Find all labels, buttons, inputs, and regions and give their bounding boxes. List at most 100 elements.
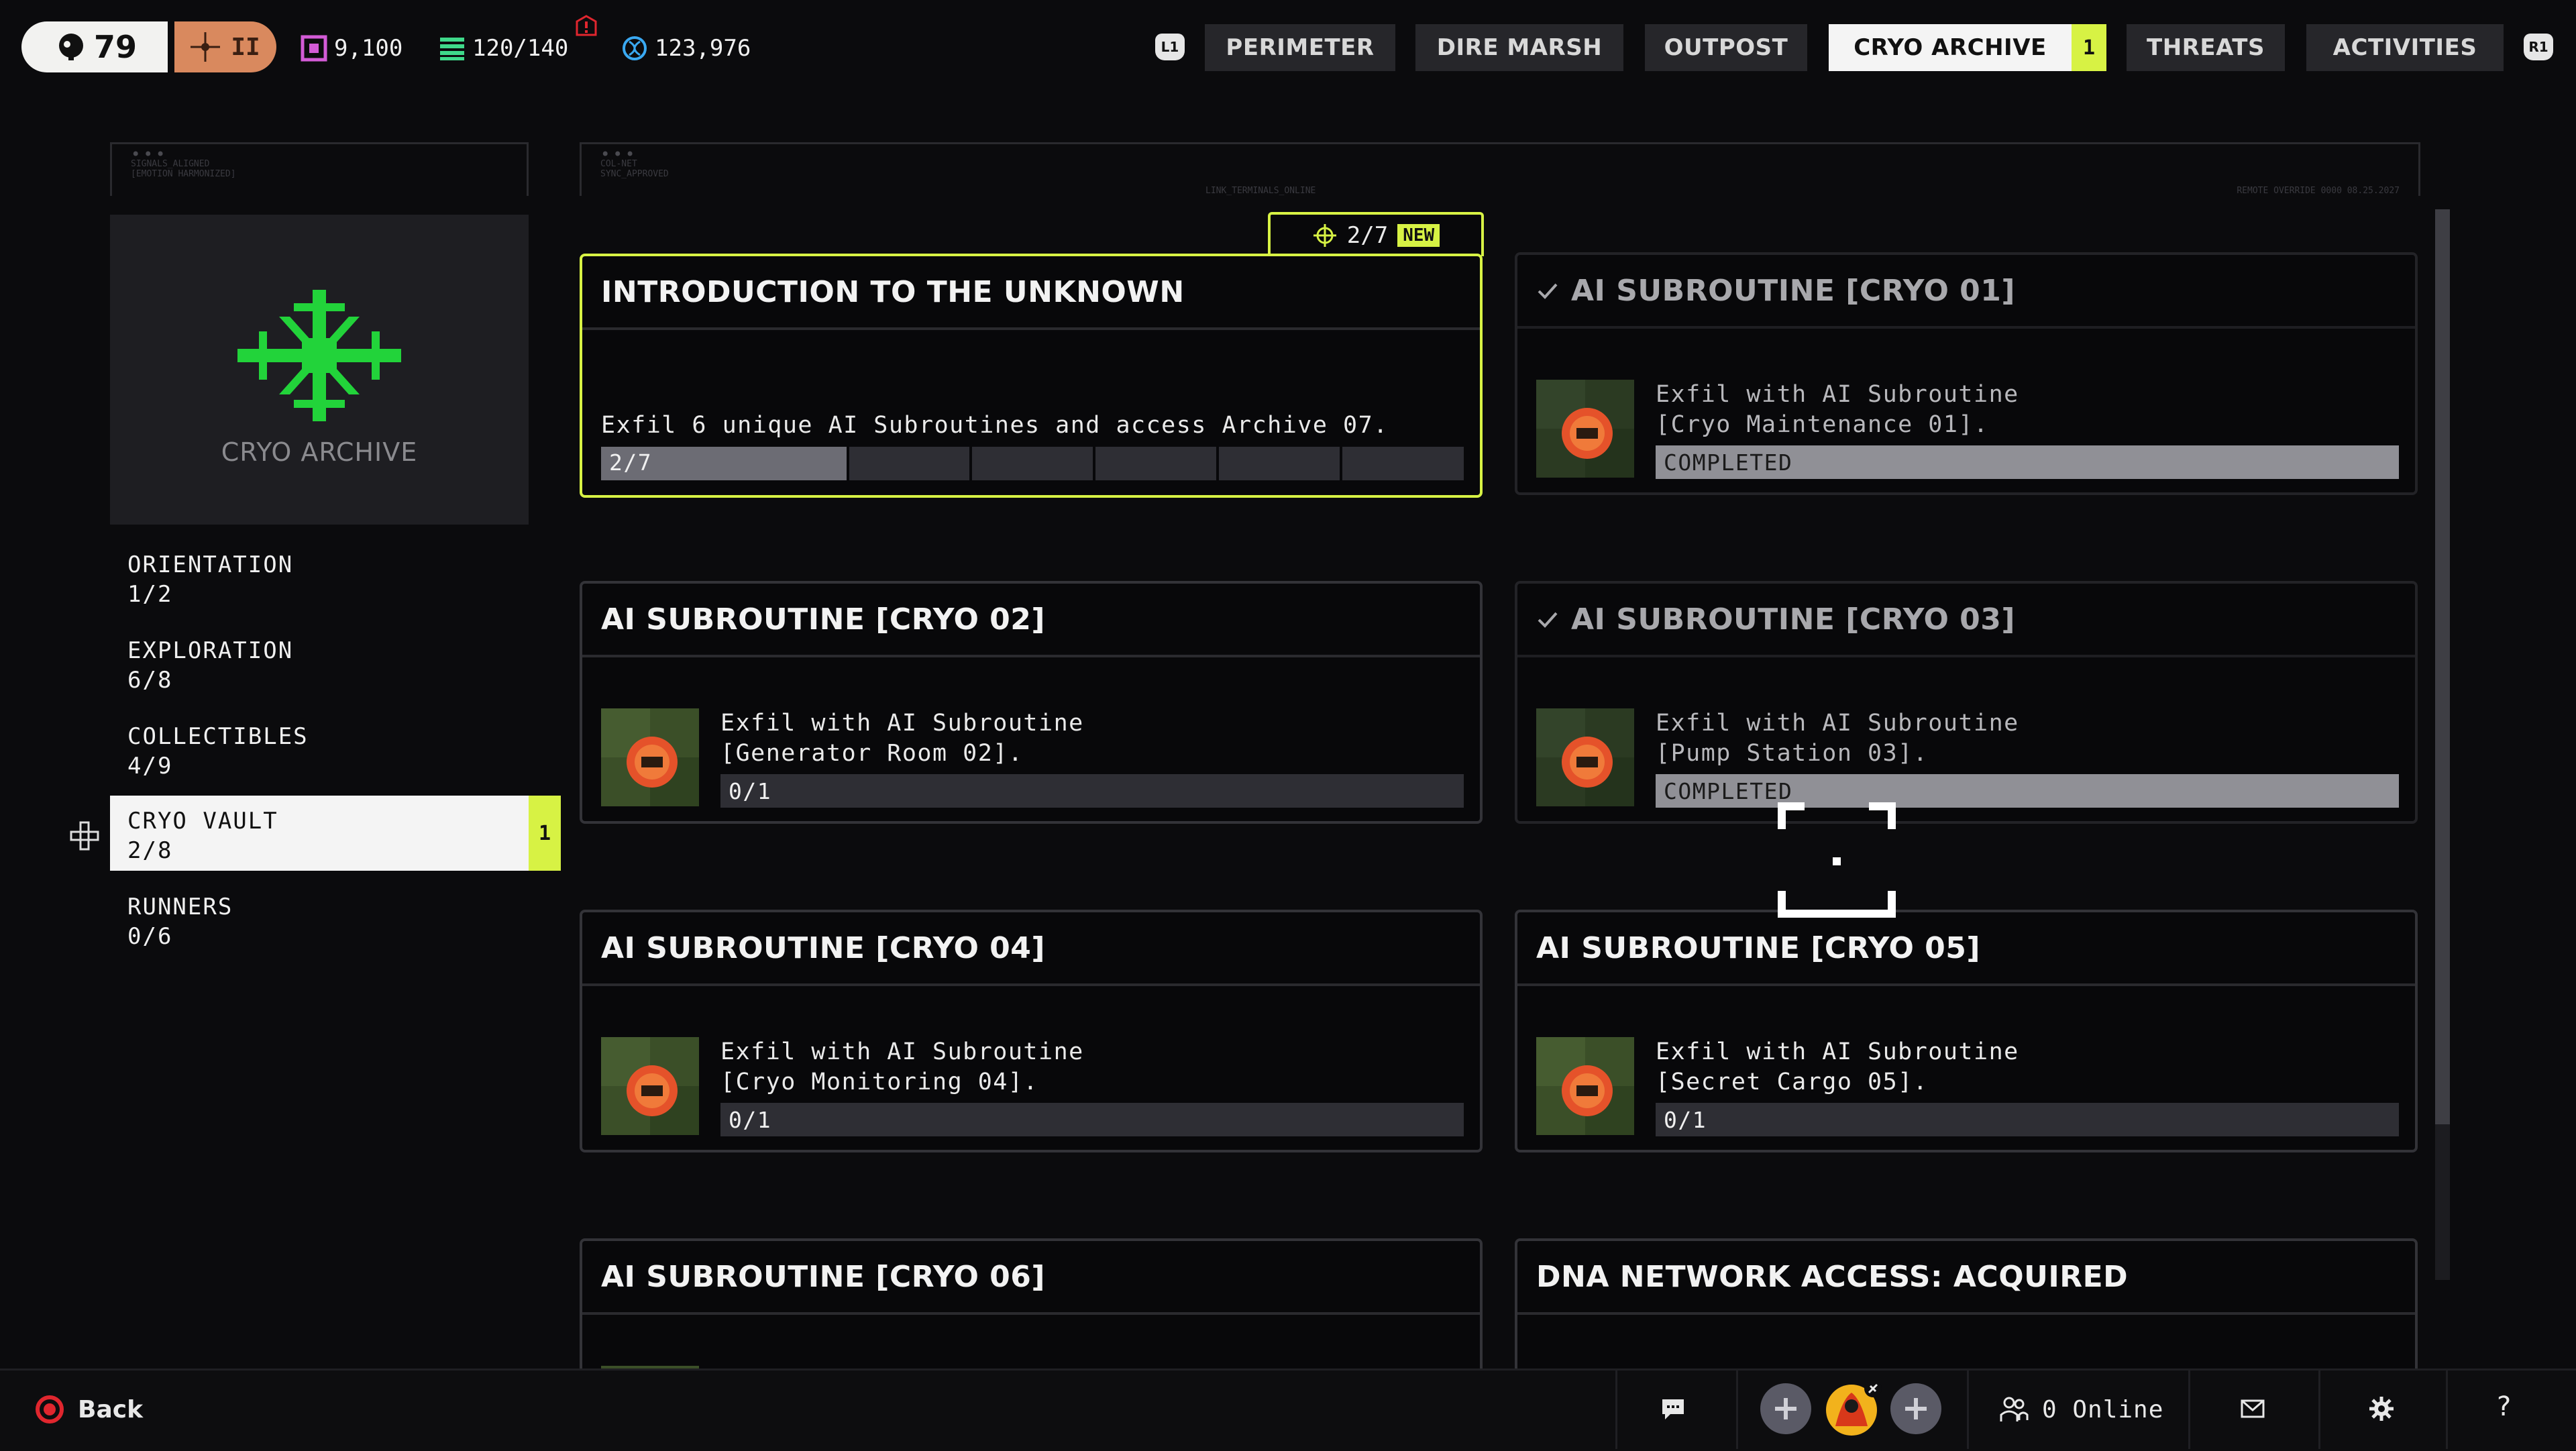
card-description-line1: Exfil with AI Subroutine [720, 1038, 1084, 1065]
objective-card-cryo-01[interactable]: AI SUBROUTINE [CRYO 01] Exfil with AI Su… [1515, 252, 2418, 495]
objective-card-cryo-03[interactable]: AI SUBROUTINE [CRYO 03] Exfil with AI Su… [1515, 581, 2418, 824]
checkmark-icon [1538, 283, 1558, 299]
card-description-line2: [Cryo Monitoring 04]. [720, 1069, 1039, 1095]
status-bar: COMPLETED [1656, 445, 2399, 479]
status-bar: 0/1 [1656, 1103, 2399, 1136]
tab-cryo-archive[interactable]: CRYO ARCHIVE [1829, 24, 2072, 71]
card-description-line1: Exfil with AI Subroutine [720, 710, 1084, 737]
ai-subroutine-thumbnail-icon [601, 708, 699, 806]
objective-card-cryo-05[interactable]: AI SUBROUTINE [CRYO 05] Exfil with AI Su… [1515, 910, 2418, 1152]
head-silhouette-icon [59, 34, 83, 60]
player-avatar[interactable] [1822, 1379, 1884, 1438]
card-description-line1: Exfil with AI Subroutine [1656, 1038, 2019, 1065]
new-badge: NEW [1397, 224, 1440, 247]
tab-perimeter[interactable]: PERIMETER [1205, 24, 1395, 71]
card-description-line2: [Pump Station 03]. [1656, 740, 1929, 767]
scrollbar-thumb[interactable] [2435, 209, 2450, 1124]
card-title: INTRODUCTION TO THE UNKNOWN [582, 256, 1480, 330]
card-title: AI SUBROUTINE [CRYO 04] [582, 912, 1480, 986]
online-label: 0 Online [2042, 1395, 2164, 1423]
status-bar: 0/1 [720, 774, 1464, 808]
bottom-divider [2188, 1368, 2190, 1449]
card-title: AI SUBROUTINE [CRYO 05] [1517, 912, 2415, 986]
gear-icon[interactable] [2368, 1395, 2395, 1422]
currency-stack: 120/140 [439, 30, 568, 67]
objective-card-cryo-02[interactable]: AI SUBROUTINE [CRYO 02] Exfil with AI Su… [580, 581, 1483, 824]
card-description-line1: Exfil with AI Subroutine [1656, 710, 2019, 737]
card-description-line2: [Generator Room 02]. [720, 740, 1024, 767]
card-title: AI SUBROUTINE [CRYO 06] [582, 1241, 1480, 1315]
tab-dire-marsh[interactable]: DIRE MARSH [1415, 24, 1623, 71]
back-button[interactable]: Back [35, 1393, 143, 1426]
bottom-divider [1615, 1368, 1617, 1449]
dna-icon [623, 36, 647, 60]
featured-progress-bar: 2/7 [601, 447, 1464, 480]
main-deco-header: ••• COL-NET SYNC_APPROVED LINK_TERMINALS… [580, 142, 2420, 196]
circle-button-icon [36, 1395, 64, 1423]
cryo-archive-emblem-icon [237, 290, 401, 421]
player-level-pill[interactable]: 79 [21, 21, 168, 72]
featured-progress-tab: 2/7 NEW [1268, 212, 1484, 256]
ai-subroutine-thumbnail-icon [1536, 380, 1634, 478]
crosshair-rank-icon [191, 32, 221, 62]
square-coin-icon [301, 35, 327, 62]
left-deco-header: ••• SIGNALS_ALIGNED [EMOTION HARMONIZED] [110, 142, 529, 196]
deco-dots-icon: ••• [600, 145, 638, 164]
card-description-line2: [Secret Cargo 05]. [1656, 1069, 1929, 1095]
back-label: Back [78, 1395, 144, 1423]
sidebar-item-collectibles[interactable]: COLLECTIBLES 4/9 [110, 711, 529, 786]
tab-outpost[interactable]: OUTPOST [1645, 24, 1807, 71]
featured-objective-card[interactable]: INTRODUCTION TO THE UNKNOWN Exfil 6 uniq… [580, 254, 1483, 498]
dpad-icon [70, 821, 99, 851]
ai-subroutine-thumbnail-icon [601, 1037, 699, 1135]
sidebar-item-cryo-vault-badge: 1 [529, 796, 561, 871]
objective-card-cryo-06[interactable]: AI SUBROUTINE [CRYO 06] [580, 1238, 1483, 1368]
mail-icon[interactable] [2241, 1397, 2265, 1421]
rank-value: II [231, 33, 260, 61]
featured-progress-label: 2/7 [609, 449, 653, 476]
status-bar: COMPLETED [1656, 774, 2399, 808]
bottom-divider [1967, 1368, 1969, 1449]
card-title: DNA NETWORK ACCESS: ACQUIRED [1517, 1241, 2415, 1315]
alert-icon [576, 15, 597, 36]
sidebar-item-exploration[interactable]: EXPLORATION 6/8 [110, 625, 529, 700]
cursor-reticle-icon [1778, 802, 1896, 918]
objective-card-dna-network[interactable]: DNA NETWORK ACCESS: ACQUIRED [1515, 1238, 2418, 1368]
category-label: CRYO ARCHIVE [221, 437, 418, 467]
sidebar-item-runners[interactable]: RUNNERS 0/6 [110, 881, 529, 957]
add-friend-slot-left[interactable] [1759, 1382, 1813, 1436]
card-title: AI SUBROUTINE [CRYO 02] [582, 584, 1480, 657]
card-description-line1: Exfil with AI Subroutine [1656, 381, 2019, 408]
deco-dots-icon: ••• [131, 145, 168, 164]
card-title: AI SUBROUTINE [CRYO 03] [1571, 602, 2016, 637]
currency-square-coin: 9,100 [301, 30, 402, 67]
card-description: Exfil 6 unique AI Subroutines and access… [601, 412, 1389, 439]
objective-card-cryo-04[interactable]: AI SUBROUTINE [CRYO 04] Exfil with AI Su… [580, 910, 1483, 1152]
online-friends[interactable]: 0 Online [1999, 1393, 2163, 1426]
sidebar-item-orientation[interactable]: ORIENTATION 1/2 [110, 539, 529, 614]
chat-icon[interactable] [1660, 1395, 1686, 1422]
tab-activities[interactable]: ACTIVITIES [2306, 24, 2504, 71]
ai-subroutine-thumbnail-icon [1536, 1037, 1634, 1135]
card-description-line2: [Cryo Maintenance 01]. [1656, 411, 1989, 438]
archive-sigil-icon [1313, 224, 1336, 247]
player-level: 79 [94, 29, 138, 65]
rank-pill[interactable]: II [174, 21, 276, 72]
card-title: AI SUBROUTINE [CRYO 01] [1571, 273, 2016, 308]
bottom-divider [2446, 1368, 2448, 1449]
stack-icon [440, 38, 464, 60]
r1-shoulder-button-icon[interactable]: R1 [2524, 34, 2553, 60]
help-icon[interactable]: ? [2497, 1391, 2511, 1422]
checkmark-icon [1538, 612, 1558, 628]
bottom-divider [1736, 1368, 1738, 1449]
tab-cryo-archive-badge: 1 [2072, 24, 2106, 71]
currency-dna: 123,976 [621, 30, 751, 67]
add-friend-slot-right[interactable] [1889, 1382, 1943, 1436]
sidebar-item-cryo-vault[interactable]: CRYO VAULT 2/8 [110, 796, 529, 871]
tab-threats[interactable]: THREATS [2127, 24, 2285, 71]
bottom-divider [2318, 1368, 2320, 1449]
friends-icon [2000, 1397, 2029, 1421]
status-bar: 0/1 [720, 1103, 1464, 1136]
ai-subroutine-thumbnail-icon [1536, 708, 1634, 806]
l1-shoulder-button-icon[interactable]: L1 [1155, 34, 1185, 60]
